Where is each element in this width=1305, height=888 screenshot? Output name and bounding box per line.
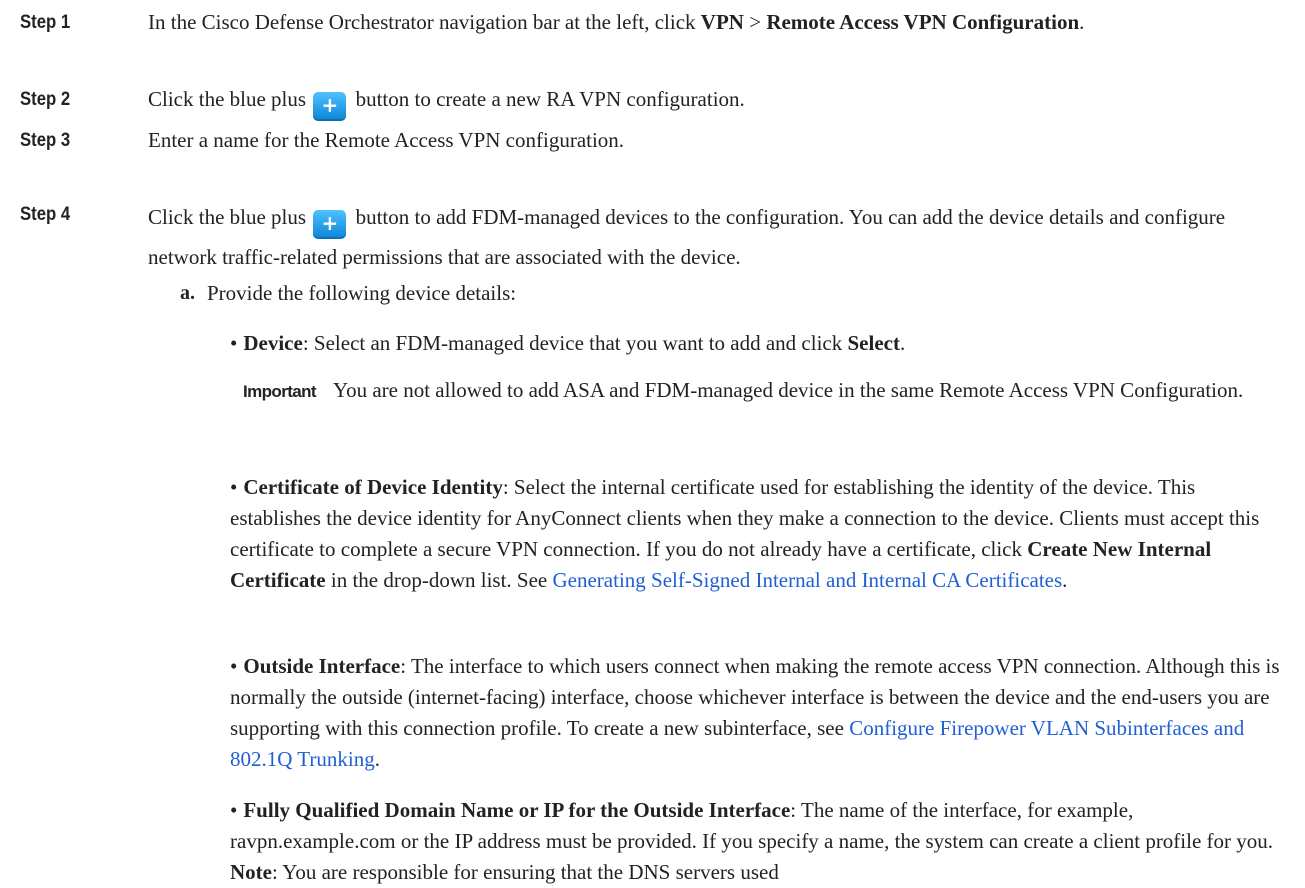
important-text: You are not allowed to add ASA and FDM-m… <box>333 378 1244 402</box>
bullet-icon: • <box>230 798 238 822</box>
bullet-outside-interface: • Outside Interface: The interface to whi… <box>230 654 1280 771</box>
step-3-text: Enter a name for the Remote Access VPN c… <box>148 128 625 152</box>
bullet-fqdn: • Fully Qualified Domain Name or IP for t… <box>230 798 1274 884</box>
bullet-icon: • <box>230 331 238 355</box>
menu-remote-access-vpn-configuration: Remote Access VPN Configuration <box>766 10 1080 34</box>
plus-icon: + <box>313 210 347 239</box>
bullet-certificate: • Certificate of Device Identity: Select … <box>230 475 1260 592</box>
bullet-device: • Device: Select an FDM-managed device th… <box>230 331 906 355</box>
important-label: Important <box>243 382 317 401</box>
bullet-icon: • <box>230 654 238 678</box>
plus-icon: + <box>313 92 347 121</box>
menu-vpn: VPN <box>700 10 744 34</box>
substep-a-text: Provide the following device details: <box>207 281 517 305</box>
step-4-text: Click the blue plus + button to add FDM-… <box>148 205 1226 269</box>
bullet-icon: • <box>230 475 238 499</box>
step-3-label: Step 3 <box>20 130 71 151</box>
step-1-text: In the Cisco Defense Orchestrator naviga… <box>148 10 1085 34</box>
link-generating-certificates[interactable]: Generating Self-Signed Internal and Inte… <box>553 568 1063 592</box>
step-4-label: Step 4 <box>20 204 71 225</box>
step-2-label: Step 2 <box>20 89 71 110</box>
step-1-label: Step 1 <box>20 12 71 33</box>
important-note: Important You are not allowed to add ASA… <box>243 375 1293 407</box>
step-2-text: Click the blue plus + button to create a… <box>148 84 1288 121</box>
substep-a-label: a. <box>180 282 195 304</box>
